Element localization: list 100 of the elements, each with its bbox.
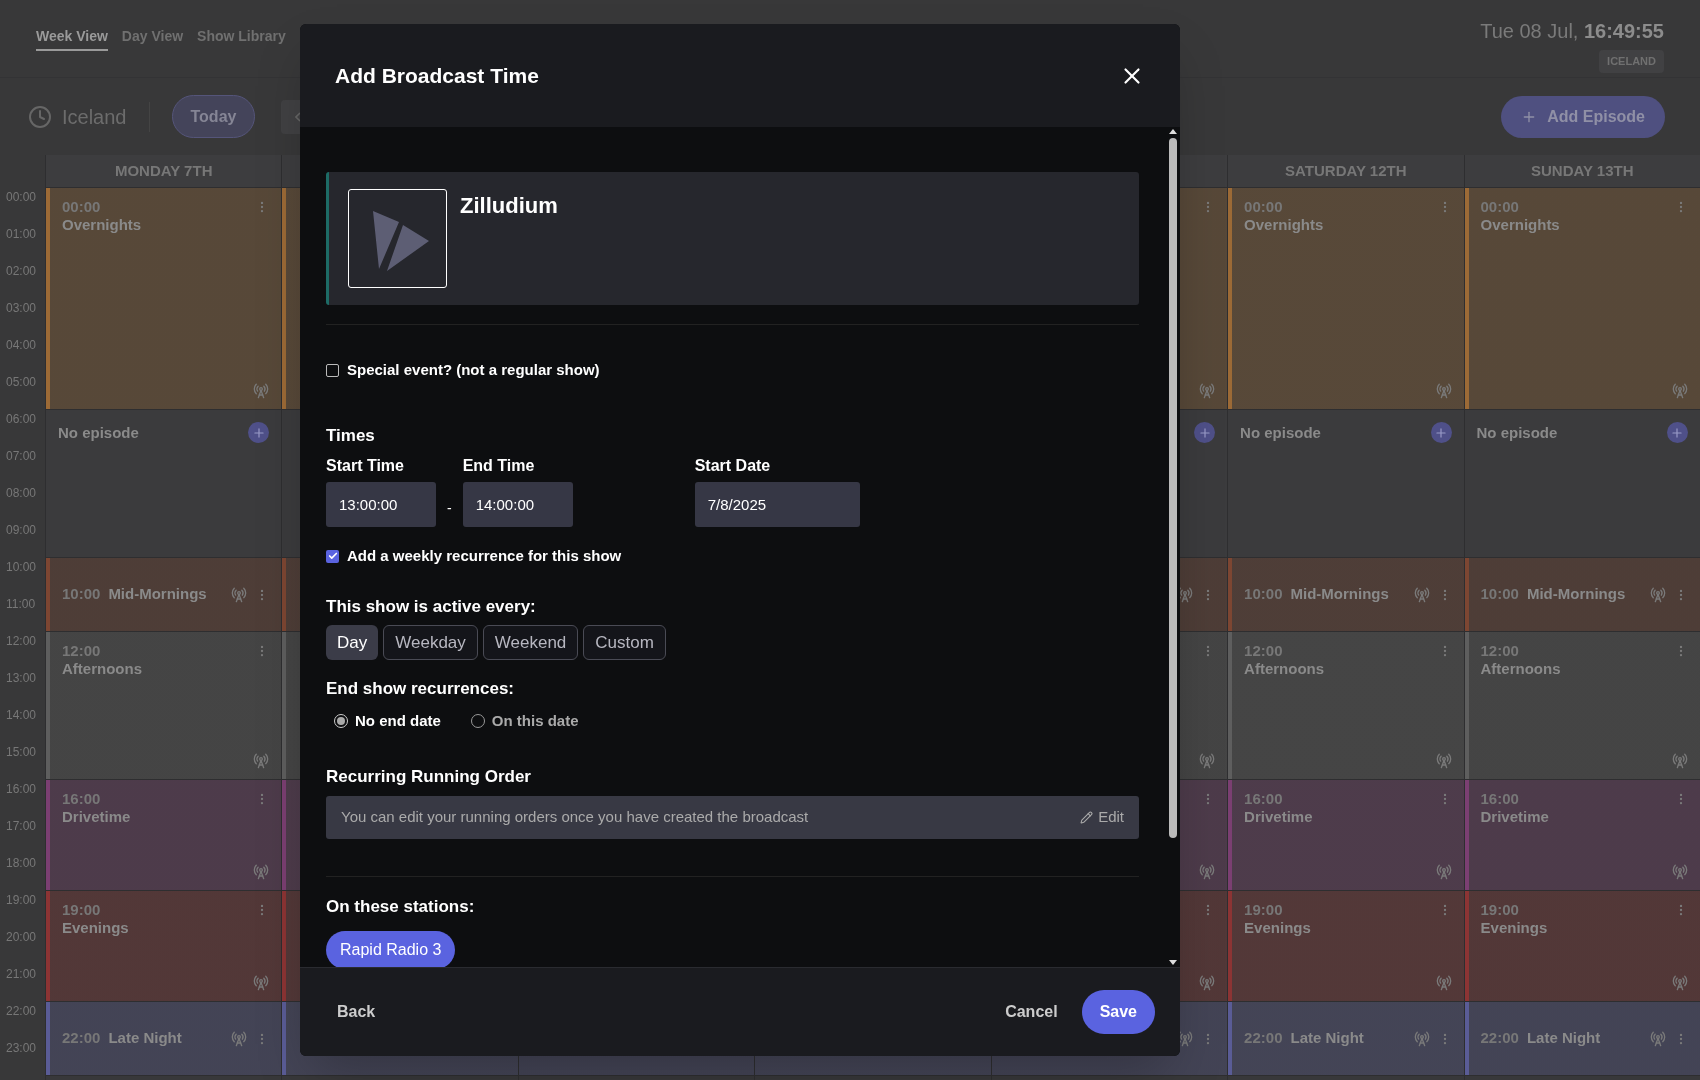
show-name: Zilludium xyxy=(460,192,558,220)
edit-button[interactable]: Edit xyxy=(1080,805,1124,829)
recurrence-option[interactable]: Weekday xyxy=(383,625,478,660)
antenna-icon xyxy=(1671,383,1688,399)
hour-label: 23:00 xyxy=(5,1040,38,1057)
hour-label: 17:00 xyxy=(5,818,38,835)
antenna-icon xyxy=(1177,586,1194,603)
time-input[interactable]: 13:00:00 xyxy=(326,482,436,527)
section-heading: Recurring Running Order xyxy=(326,766,532,788)
antenna-icon xyxy=(1649,586,1666,603)
antenna-icon xyxy=(1435,864,1452,880)
show-block[interactable]: 00:00 Overnights xyxy=(1228,188,1464,410)
dialog-title: Add Broadcast Time xyxy=(335,62,539,89)
show-block[interactable]: 10:00 Mid-Mornings xyxy=(1464,558,1700,632)
back-button[interactable]: Back xyxy=(337,1000,376,1024)
hour-label: 14:00 xyxy=(5,707,38,724)
show-block[interactable]: 00:00 Overnights xyxy=(46,188,282,410)
station-chip[interactable]: Rapid Radio 3 xyxy=(326,931,456,967)
field-label: Start Time xyxy=(326,456,405,476)
checkbox-label: Add a weekly recurrence for this show xyxy=(347,546,622,566)
section-heading: On these stations: xyxy=(326,895,476,918)
radio-label: No end date xyxy=(355,710,441,731)
show-title: Late Night xyxy=(1290,1028,1364,1049)
hour-label: 03:00 xyxy=(5,300,38,317)
show-title: Afternoons xyxy=(1480,660,1561,678)
time-input[interactable]: 14:00:00 xyxy=(462,482,573,527)
hour-label: 15:00 xyxy=(5,744,38,761)
field-label: Start Date xyxy=(694,456,772,476)
add-episode-button[interactable]: Add Episode xyxy=(1501,95,1665,138)
antenna-icon xyxy=(1435,383,1452,399)
show-title: Drivetime xyxy=(1480,808,1549,826)
show-title: Late Night xyxy=(108,1028,182,1049)
slot-label: No episode xyxy=(58,423,139,443)
antenna-icon xyxy=(1671,975,1688,991)
show-time: 16:00 xyxy=(1480,790,1519,808)
antenna-icon xyxy=(253,753,270,769)
hour-label: 12:00 xyxy=(5,633,38,650)
show-block[interactable]: 16:00 Drivetime xyxy=(1464,780,1700,891)
show-time: 00:00 xyxy=(1244,198,1283,216)
antenna-icon xyxy=(1649,1030,1666,1047)
view-tab[interactable]: Week View xyxy=(36,26,108,51)
hour-label: 20:00 xyxy=(5,929,38,946)
show-block[interactable]: 19:00 Evenings xyxy=(1464,891,1700,1002)
time-separator: - xyxy=(447,499,452,518)
show-title: Evenings xyxy=(62,919,129,937)
hour-label: 16:00 xyxy=(5,781,38,798)
today-button[interactable]: Today xyxy=(171,95,256,138)
show-title: Late Night xyxy=(1526,1028,1601,1049)
hour-label: 08:00 xyxy=(5,485,38,502)
show-block[interactable]: 10:00 Mid-Mornings xyxy=(1228,558,1464,632)
save-button[interactable]: Save xyxy=(1081,990,1155,1034)
show-block[interactable]: 10:00 Mid-Mornings xyxy=(46,558,282,632)
show-block[interactable]: 16:00 Drivetime xyxy=(46,780,282,891)
antenna-icon xyxy=(1199,753,1216,769)
show-title: Afternoons xyxy=(1244,660,1325,678)
antenna-icon xyxy=(1413,586,1430,603)
date-input[interactable]: 7/8/2025 xyxy=(694,482,860,527)
running-order-note: You can edit your running orders once you have created the broadcast xyxy=(341,806,809,827)
show-title: Mid-Mornings xyxy=(108,584,207,605)
hour-label: 22:00 xyxy=(5,1003,38,1020)
antenna-icon xyxy=(1199,864,1216,880)
show-time: 19:00 xyxy=(62,901,101,919)
hour-label: 06:00 xyxy=(5,411,38,428)
antenna-icon xyxy=(1177,1030,1194,1047)
show-title: Mid-Mornings xyxy=(1526,584,1626,605)
checkbox[interactable] xyxy=(326,363,339,377)
recurrence-option[interactable]: Day xyxy=(326,625,379,660)
recurrence-option[interactable]: Custom xyxy=(583,625,666,660)
cancel-button[interactable]: Cancel xyxy=(1005,1000,1058,1024)
add-icon[interactable] xyxy=(1666,422,1688,443)
show-time: 16:00 xyxy=(62,790,101,808)
show-block[interactable]: 00:00 Overnights xyxy=(1464,188,1700,410)
antenna-icon xyxy=(1671,753,1688,769)
show-time: 00:00 xyxy=(1480,198,1519,216)
field-label: End Time xyxy=(462,456,536,476)
show-title: Overnights xyxy=(1244,216,1324,234)
hour-label: 11:00 xyxy=(5,596,37,613)
add-icon[interactable] xyxy=(1194,422,1216,443)
hour-label: 13:00 xyxy=(5,670,38,687)
add-icon[interactable] xyxy=(248,422,270,443)
recurrence-option[interactable]: Weekend xyxy=(482,625,579,660)
add-icon[interactable] xyxy=(1430,422,1452,443)
hour-label: 10:00 xyxy=(5,559,38,576)
show-title: Evenings xyxy=(1244,919,1311,937)
view-tab[interactable]: Day View xyxy=(121,26,184,51)
show-title: Mid-Mornings xyxy=(1290,584,1389,605)
antenna-icon xyxy=(231,586,248,603)
day-header: SATURDAY 12TH xyxy=(1228,155,1464,188)
show-block[interactable]: 19:00 Evenings xyxy=(1228,891,1464,1002)
section-heading: End show recurrences: xyxy=(326,678,515,700)
checkbox[interactable] xyxy=(326,549,339,563)
view-tab[interactable]: Show Library xyxy=(197,26,286,51)
slot-label: No episode xyxy=(1476,423,1558,443)
section-heading: Times xyxy=(326,424,376,447)
antenna-icon xyxy=(253,975,270,991)
clock-text: Tue 08 Jul, 16:49:55 xyxy=(1480,19,1664,44)
antenna-icon xyxy=(1435,975,1452,991)
antenna-icon xyxy=(253,383,270,399)
show-block[interactable]: 16:00 Drivetime xyxy=(1228,780,1464,891)
show-block[interactable]: 19:00 Evenings xyxy=(46,891,282,1002)
